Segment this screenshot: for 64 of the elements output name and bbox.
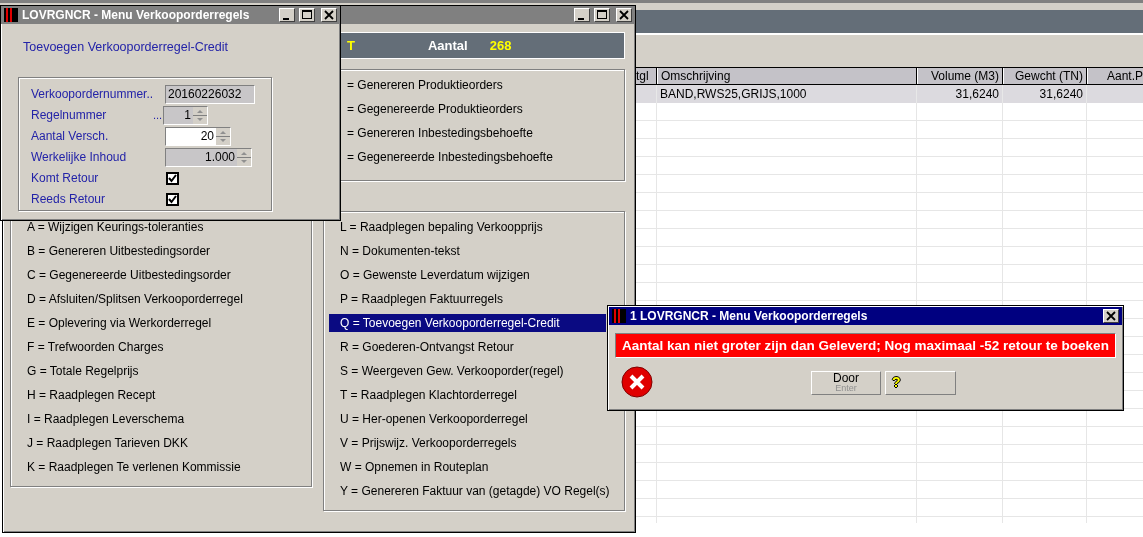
- app-icon: [612, 309, 626, 323]
- column-header[interactable]: Omschrijving: [657, 68, 917, 84]
- field-label: Reeds Retour: [31, 191, 107, 209]
- app-icon: [4, 8, 18, 22]
- window-title: 1 LOVRGNCR - Menu Verkooporderregels: [630, 308, 868, 325]
- error-message: Aantal kan niet groter zijn dan Geleverd; Nog maximaal -52 retour te boeken: [615, 333, 1116, 358]
- menu-option[interactable]: P = Raadplegen Faktuurregels: [329, 290, 606, 308]
- menu-option[interactable]: S = Weergeven Gew. Verkooporder(regel): [329, 362, 606, 380]
- header-label: T: [347, 36, 355, 55]
- spin-buttons[interactable]: [216, 127, 230, 145]
- minimize-icon: [577, 17, 584, 20]
- maximize-icon: [302, 10, 312, 20]
- menu-option[interactable]: = Genereren Produktieorders: [343, 76, 598, 94]
- menu-option[interactable]: = Genereren Inbestedingsbehoefte: [343, 124, 598, 142]
- menu-option[interactable]: B = Genereren Uitbestedingsorder: [16, 242, 306, 260]
- menu-option[interactable]: Q = Toevoegen Verkooporderregel-Credit: [329, 314, 606, 332]
- menu-option[interactable]: W = Opnemen in Routeplan: [329, 458, 606, 476]
- menu-option[interactable]: T = Raadplegen Klachtorderregel: [329, 386, 606, 404]
- menu-option[interactable]: J = Raadplegen Tarieven DKK: [16, 434, 306, 452]
- minimize-icon: [282, 17, 289, 20]
- dialog-heading: Toevoegen Verkooporderregel-Credit: [23, 39, 229, 56]
- menu-option[interactable]: I = Raadplegen Leverschema: [16, 410, 306, 428]
- menu-option[interactable]: R = Goederen-Ontvangst Retour: [329, 338, 606, 356]
- field-label: Aantal Versch.: [31, 128, 110, 146]
- menu-option[interactable]: = Gegenereerde Produktieorders: [343, 100, 598, 118]
- menu-option[interactable]: A = Wijzigen Keurings-toleranties: [16, 218, 306, 236]
- table-cell: 31,6240: [955, 87, 999, 101]
- field-label: Regelnummer: [31, 107, 108, 125]
- column-header[interactable]: Gewcht (TN): [1003, 68, 1087, 84]
- menu-option[interactable]: H = Raadplegen Recept: [16, 386, 306, 404]
- menu-option[interactable]: = Gegenereerde Inbestedingsbehoefte: [343, 148, 598, 166]
- menu-option[interactable]: E = Oplevering via Werkorderregel: [16, 314, 306, 332]
- table-row[interactable]: BAND,RWS25,GRIJS,1000 31,6240 31,6240: [636, 85, 1143, 103]
- close-button[interactable]: [1103, 309, 1119, 323]
- error-icon: [621, 366, 654, 399]
- ellipsis-text: ...: [153, 108, 163, 123]
- door-button[interactable]: Door Enter: [811, 370, 881, 395]
- spin-field[interactable]: 20: [165, 126, 231, 146]
- field-label: Werkelijke Inhoud: [31, 149, 128, 167]
- table-cell: 31,6240: [1039, 87, 1083, 101]
- menu-option[interactable]: N = Dokumenten-tekst: [329, 242, 606, 260]
- menu-option[interactable]: C = Gegenereerde Uitbestedingsorder: [16, 266, 306, 284]
- menu-option[interactable]: G = Totale Regelprijs: [16, 362, 306, 380]
- table-cell: BAND,RWS25,GRIJS,1000: [660, 87, 807, 101]
- column-header[interactable]: Volume (M3): [917, 68, 1003, 84]
- menu-option[interactable]: L = Raadplegen bepaling Verkoopprijs: [329, 218, 606, 236]
- header-value: 268: [489, 36, 512, 55]
- menu-option[interactable]: U = Her-openen Verkooporderregel: [329, 410, 606, 428]
- column-header[interactable]: Aant.P: [1087, 68, 1143, 84]
- close-icon: [1106, 311, 1116, 321]
- menu-option[interactable]: O = Gewenste Leverdatum wijzigen: [329, 266, 606, 284]
- header-label: Aantal: [427, 36, 468, 55]
- close-icon: [324, 10, 334, 20]
- field-label: Verkoopordernummer..: [31, 86, 155, 104]
- menu-option[interactable]: F = Trefwoorden Charges: [16, 338, 306, 356]
- checkbox[interactable]: [166, 171, 179, 185]
- checkbox[interactable]: [166, 192, 179, 206]
- maximize-icon: [597, 10, 607, 20]
- field-label: Komt Retour: [31, 170, 100, 188]
- menu-option[interactable]: V = Prijswijz. Verkooporderregels: [329, 434, 606, 452]
- window-title: LOVRGNCR - Menu Verkooporderregels: [22, 7, 250, 24]
- menu-option[interactable]: D = Afsluiten/Splitsen Verkooporderregel: [16, 290, 306, 308]
- menu-option[interactable]: K = Raadplegen Te verlenen Kommissie: [16, 458, 306, 476]
- close-icon: [619, 10, 629, 20]
